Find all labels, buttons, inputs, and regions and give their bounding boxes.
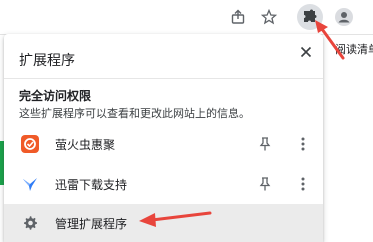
divider xyxy=(4,78,323,79)
extensions-popup: 扩展程序 完全访问权限 这些扩展程序可以查看和更改此网站上的信息。 萤火虫惠聚 xyxy=(4,34,323,242)
pin-icon[interactable] xyxy=(256,135,274,153)
extension-item-thunder[interactable]: 迅雷下载支持 xyxy=(4,164,323,204)
reading-list-label: 阅读清单 xyxy=(335,43,373,56)
extensions-button[interactable] xyxy=(297,4,323,30)
close-button[interactable] xyxy=(296,42,316,62)
profile-button[interactable] xyxy=(331,4,357,30)
manage-extensions-label: 管理扩展程序 xyxy=(55,217,128,231)
puzzle-icon xyxy=(304,9,317,22)
close-icon xyxy=(300,46,312,58)
extension-item-firefly[interactable]: 萤火虫惠聚 xyxy=(4,124,323,164)
section-heading: 完全访问权限 xyxy=(19,89,92,103)
popup-title: 扩展程序 xyxy=(19,53,75,69)
share-icon[interactable] xyxy=(225,4,251,30)
section-description: 这些扩展程序可以查看和更改此网站上的信息。 xyxy=(19,107,250,120)
pin-icon[interactable] xyxy=(256,175,274,193)
firefly-icon xyxy=(21,135,39,153)
more-options-icon[interactable] xyxy=(294,135,312,153)
extension-name: 萤火虫惠聚 xyxy=(55,138,116,152)
star-icon[interactable] xyxy=(256,4,282,30)
profile-icon xyxy=(335,8,353,26)
thunder-icon xyxy=(21,175,39,193)
browser-toolbar xyxy=(0,0,373,35)
gear-icon xyxy=(21,214,39,232)
more-options-icon[interactable] xyxy=(294,175,312,193)
manage-extensions-button[interactable]: 管理扩展程序 xyxy=(4,204,323,242)
extension-name: 迅雷下载支持 xyxy=(55,178,128,192)
